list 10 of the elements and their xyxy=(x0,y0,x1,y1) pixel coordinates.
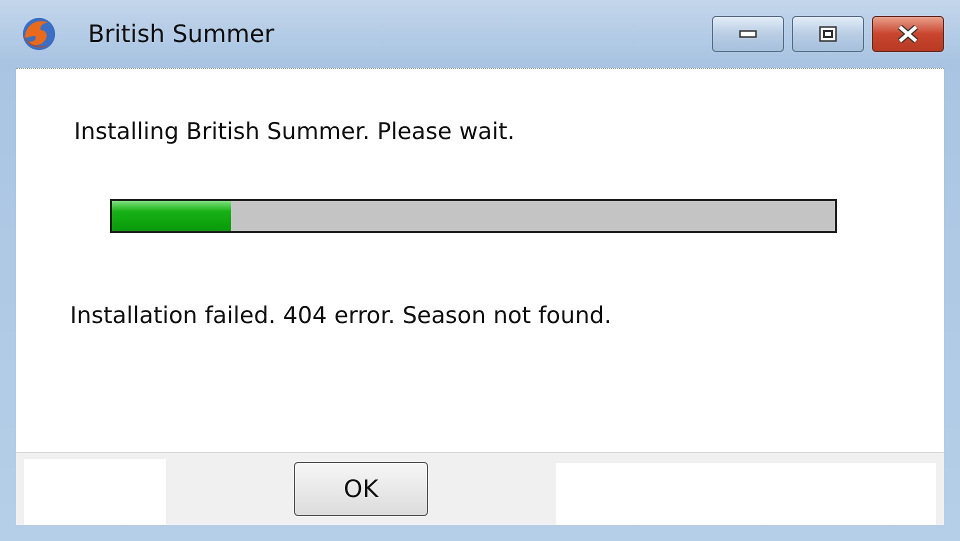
window-title: British Summer xyxy=(88,20,274,48)
close-icon xyxy=(897,25,919,43)
error-message: Installation failed. 404 error. Season not found. xyxy=(70,303,612,329)
minimize-button[interactable] xyxy=(712,16,784,52)
status-message: Installing British Summer. Please wait. xyxy=(74,119,516,145)
ok-button[interactable]: OK xyxy=(294,462,428,516)
minimize-icon xyxy=(739,30,757,38)
close-button[interactable] xyxy=(872,16,944,52)
maximize-button[interactable] xyxy=(792,16,864,52)
maximize-icon xyxy=(819,26,837,42)
